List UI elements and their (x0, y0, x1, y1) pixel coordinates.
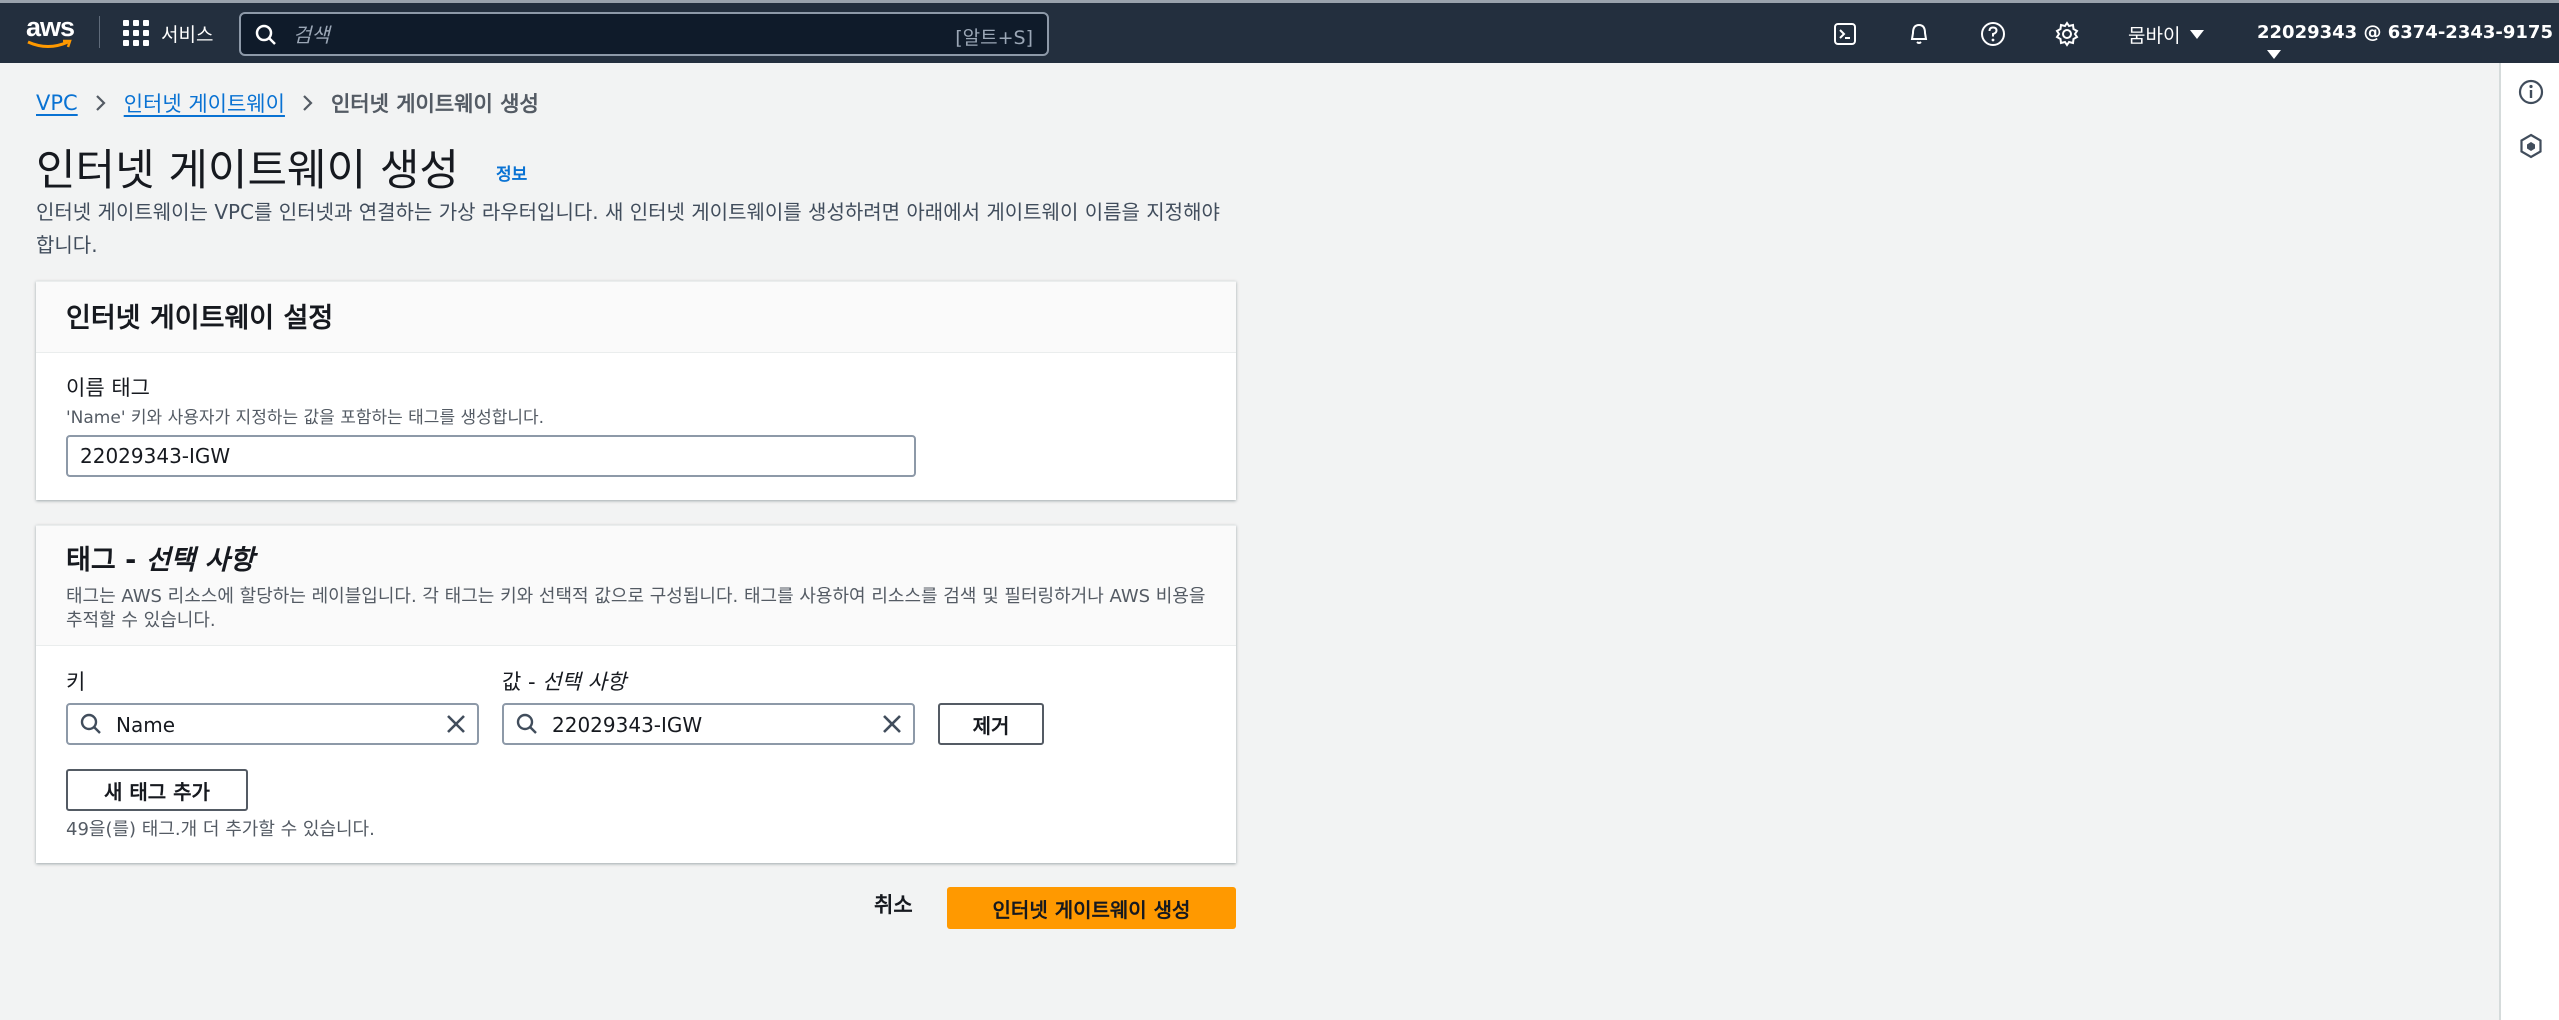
aws-logo[interactable]: aws (26, 12, 76, 52)
search-icon (255, 24, 276, 45)
internet-gateway-settings-panel: 인터넷 게이트웨이 설정 이름 태그 'Name' 키와 사용자가 지정하는 값… (36, 281, 1236, 500)
right-tools-rail (2499, 63, 2559, 1020)
clear-x-icon[interactable] (881, 713, 903, 735)
cancel-button[interactable]: 취소 (874, 889, 913, 919)
tags-description: 태그는 AWS 리소스에 할당하는 레이블입니다. 각 태그는 키와 선택적 값… (66, 586, 1206, 631)
settings-gear-icon[interactable] (2051, 18, 2083, 50)
search-shortcut-hint: [알트+S] (955, 27, 1033, 49)
create-internet-gateway-button[interactable]: 인터넷 게이트웨이 생성 (947, 887, 1236, 929)
remove-tag-button[interactable]: 제거 (938, 703, 1044, 745)
info-link[interactable]: 정보 (496, 160, 527, 185)
services-menu-button[interactable]: 서비스 (123, 16, 213, 50)
tag-key-label: 키 (66, 670, 86, 694)
name-tag-input[interactable] (66, 435, 916, 477)
tag-key-input[interactable] (114, 707, 418, 743)
chevron-right-icon (95, 95, 106, 111)
grid-icon (123, 20, 149, 46)
cloudshell-icon[interactable] (1829, 18, 1861, 50)
panel-title: 태그 - 선택 사항 (66, 545, 255, 576)
panel-header: 인터넷 게이트웨이 설정 (36, 282, 1236, 353)
breadcrumb-link-vpc[interactable]: VPC (36, 91, 78, 115)
breadcrumb-current: 인터넷 게이트웨이 생성 (330, 92, 539, 116)
name-tag-label: 이름 태그 (66, 376, 150, 400)
tag-value-field[interactable] (502, 703, 915, 745)
panel-title: 인터넷 게이트웨이 설정 (66, 303, 334, 334)
tag-key-field[interactable] (66, 703, 479, 745)
panel-header: 태그 - 선택 사항 태그는 AWS 리소스에 할당하는 레이블입니다. 각 태… (36, 526, 1236, 646)
notifications-bell-icon[interactable] (1903, 18, 1935, 50)
global-search[interactable]: [알트+S] (239, 12, 1049, 56)
top-navigation: aws 서비스 [알트+S] (0, 0, 2559, 63)
account-label: 22029343 @ 6374-2343-9175 (2257, 22, 2553, 43)
resources-hexagon-icon[interactable] (2517, 132, 2545, 160)
breadcrumb: VPC 인터넷 게이트웨이 인터넷 게이트웨이 생성 (36, 88, 539, 118)
caret-down-icon (2190, 30, 2205, 39)
clear-x-icon[interactable] (445, 713, 467, 735)
region-label: 뭄바이 (2128, 25, 2181, 47)
aws-smile-icon (27, 39, 72, 48)
page-description: 인터넷 게이트웨이는 VPC를 인터넷과 연결하는 가상 라우터입니다. 새 인… (36, 200, 1220, 257)
search-icon (516, 713, 537, 734)
chevron-right-icon (303, 95, 313, 111)
page-title: 인터넷 게이트웨이 생성 (36, 146, 459, 196)
search-icon (80, 713, 101, 734)
tag-value-label: 값 - 선택 사항 (502, 670, 627, 694)
tags-panel: 태그 - 선택 사항 태그는 AWS 리소스에 할당하는 레이블입니다. 각 태… (36, 525, 1236, 863)
caret-down-icon (2267, 50, 2281, 59)
info-panel-icon[interactable] (2517, 78, 2545, 106)
region-selector[interactable]: 뭄바이 (2128, 21, 2205, 48)
name-tag-description: 'Name' 키와 사용자가 지정하는 값을 포함하는 태그를 생성합니다. (66, 408, 545, 428)
tag-value-input[interactable] (550, 707, 854, 743)
help-icon[interactable] (1977, 18, 2009, 50)
account-menu[interactable]: 22029343 @ 6374-2343-9175 (2257, 22, 2559, 64)
add-new-tag-button[interactable]: 새 태그 추가 (66, 769, 248, 811)
breadcrumb-link-internet-gateways[interactable]: 인터넷 게이트웨이 (124, 88, 285, 118)
search-input[interactable] (291, 18, 855, 52)
nav-divider (99, 16, 100, 48)
tag-limit-hint: 49을(를) 태그.개 더 추가할 수 있습니다. (66, 819, 375, 840)
services-label: 서비스 (161, 23, 214, 46)
